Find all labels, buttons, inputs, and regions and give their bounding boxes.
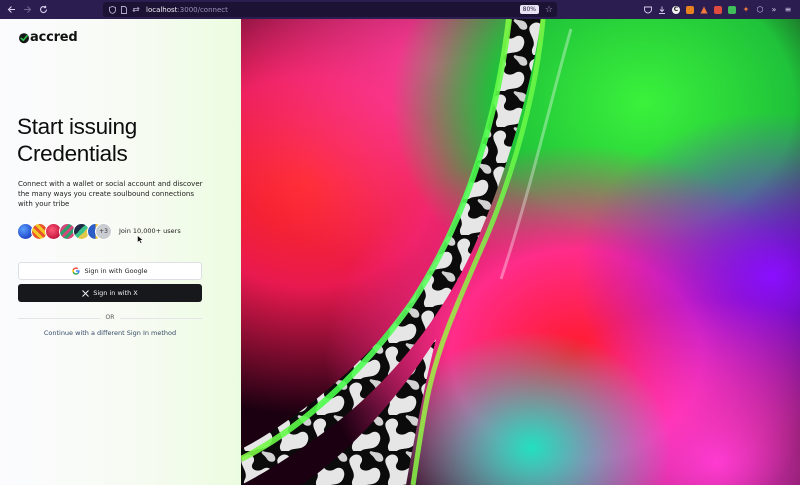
title-line-1: Start issuing xyxy=(17,114,137,139)
extension-c-icon[interactable]: C xyxy=(670,0,682,19)
back-icon[interactable] xyxy=(3,0,19,19)
sign-in-panel: accred Start issuing Credentials Connect… xyxy=(0,19,241,485)
alternative-sign-in-link[interactable]: Continue with a different Sign In method xyxy=(18,329,202,337)
shield-icon[interactable] xyxy=(106,2,118,17)
join-users-text: Join 10,000+ users xyxy=(119,227,181,235)
page-subtitle: Connect with a wallet or social account … xyxy=(18,180,203,208)
url-bar[interactable]: localhost:3000/connect 80% ☆ xyxy=(103,2,557,17)
download-icon[interactable] xyxy=(656,0,668,19)
title-line-2: Credentials xyxy=(17,141,128,166)
sign-in-x-label: Sign in with X xyxy=(93,289,138,297)
page-title: Start issuing Credentials xyxy=(17,113,232,167)
avatar-more-count: +3 xyxy=(95,223,112,240)
metamask-icon[interactable] xyxy=(684,0,696,19)
forward-icon[interactable] xyxy=(19,0,35,19)
mouse-cursor-icon xyxy=(137,235,144,244)
extension-spark-icon[interactable]: ✦ xyxy=(740,0,752,19)
sign-in-google-label: Sign in with Google xyxy=(84,267,148,275)
abstract-gradient-image xyxy=(241,19,800,485)
google-icon xyxy=(72,267,81,275)
sign-in-x-button[interactable]: Sign in with X xyxy=(18,284,202,302)
extension-a-icon[interactable] xyxy=(698,0,710,19)
toolbar-icons: C ✦ ⬡ » ≡ xyxy=(642,0,794,19)
brand-logo[interactable]: accred xyxy=(18,30,78,45)
url-text[interactable]: localhost:3000/connect xyxy=(146,6,228,14)
accred-logo-icon xyxy=(19,32,29,43)
bookmark-star-icon[interactable]: ☆ xyxy=(545,4,553,15)
user-avatars: +3 xyxy=(17,223,117,240)
browser-toolbar: localhost:3000/connect 80% ☆ C ✦ ⬡ » ≡ xyxy=(0,0,800,19)
sign-in-google-button[interactable]: Sign in with Google xyxy=(18,262,202,280)
extension-red-icon[interactable] xyxy=(712,0,724,19)
zoom-indicator[interactable]: 80% xyxy=(519,5,539,14)
pocket-icon[interactable] xyxy=(642,0,654,19)
extension-green-icon[interactable] xyxy=(726,0,738,19)
brand-name: accred xyxy=(30,30,78,45)
page-icon xyxy=(118,2,130,17)
menu-icon[interactable]: ≡ xyxy=(782,0,794,19)
hero-artwork xyxy=(241,19,800,485)
x-logo-icon xyxy=(82,289,90,297)
reload-icon[interactable] xyxy=(35,0,51,19)
extensions-puzzle-icon[interactable]: ⬡ xyxy=(754,0,766,19)
or-separator: OR xyxy=(100,314,120,321)
connection-icon[interactable] xyxy=(130,2,142,17)
overflow-chevron-icon[interactable]: » xyxy=(768,0,780,19)
